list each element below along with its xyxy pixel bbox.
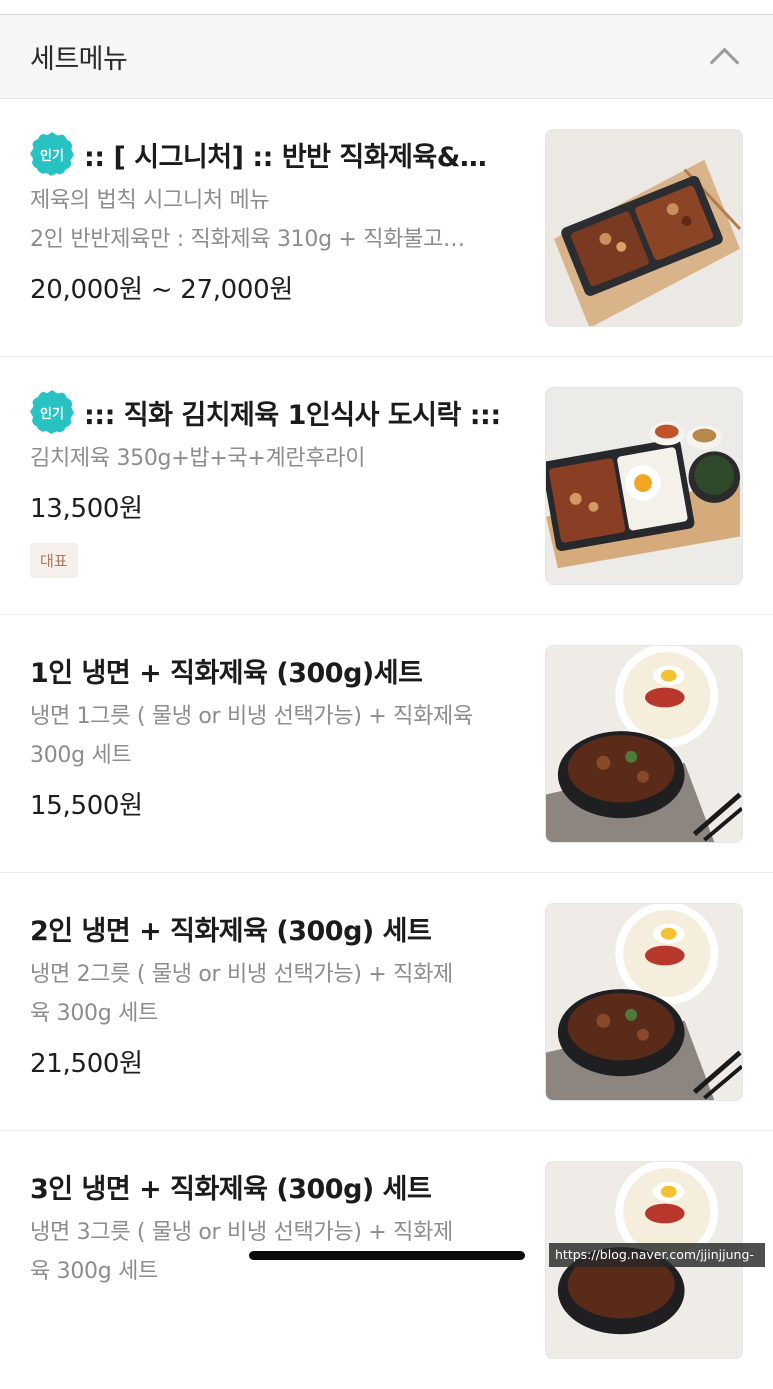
top-divider [0,0,773,15]
popular-badge: 인기 [30,390,74,434]
description-line: 냉면 3그릇 ( 물냉 or 비냉 선택가능) + 직화제 [30,1220,453,1245]
menu-item-description: 김치제육 350g+밥+국+계란후라이 [30,439,520,478]
menu-item-name: 1인 냉면 + 직화제육 (300g)세트 [30,657,423,689]
section-title: 세트메뉴 [30,44,128,75]
menu-item[interactable]: 인기 ::: 직화 김치제육 1인식사 도시락 ::: 김치제육 350g+밥+… [0,357,773,615]
set-menu-section-header[interactable]: 세트메뉴 [0,15,773,99]
pork-box-image [546,130,742,326]
menu-item-name: 2인 냉면 + 직화제육 (300g) 세트 [30,915,432,947]
menu-item-price: 15,500원 [30,791,143,821]
popular-badge: 인기 [30,132,74,176]
menu-item-photo[interactable] [545,387,743,585]
chevron-up-icon[interactable] [709,47,740,78]
menu-item-price: 20,000원 ~ 27,000원 [30,275,294,305]
description-line: 김치제육 350g+밥+국+계란후라이 [30,446,366,471]
menu-item-price: 21,500원 [30,1049,143,1079]
menu-item-description: 제육의 법칙 시그니처 메뉴 2인 반반제육만 : 직화제육 310g + 직화… [30,181,520,259]
menu-item-name: ::: 직화 김치제육 1인식사 도시락 ::: [84,399,501,431]
menu-item[interactable]: 2인 냉면 + 직화제육 (300g) 세트 냉면 2그릇 ( 물냉 or 비냉… [0,873,773,1131]
menu-item-photo[interactable] [545,645,743,843]
menu-item-photo[interactable] [545,129,743,327]
description-line: 제육의 법칙 시그니처 메뉴 [30,188,270,213]
description-line: 냉면 2그릇 ( 물냉 or 비냉 선택가능) + 직화제 [30,962,453,987]
kimchi-lunchbox-image [546,388,742,584]
menu-item-description: 냉면 1그릇 ( 물냉 or 비냉 선택가능) + 직화제육 300g 세트 [30,697,520,775]
description-line: 냉면 1그릇 ( 물냉 or 비냉 선택가능) + 직화제육 [30,704,473,729]
description-line: 300g 세트 [30,743,132,768]
menu-item-photo[interactable] [545,903,743,1101]
menu-item[interactable]: 1인 냉면 + 직화제육 (300g)세트 냉면 1그릇 ( 물냉 or 비냉 … [0,615,773,873]
menu-item-description: 냉면 2그릇 ( 물냉 or 비냉 선택가능) + 직화제 육 300g 세트 [30,955,520,1033]
naengmyeon-pork-image [546,904,742,1100]
menu-item-price: 13,500원 [30,494,143,524]
menu-item-name: 3인 냉면 + 직화제육 (300g) 세트 [30,1173,432,1205]
description-line: 2인 반반제육만 : 직화제육 310g + 직화불고… [30,227,465,252]
blog-url-watermark: https://blog.naver.com/jjinjjung- [549,1243,765,1267]
description-line: 육 300g 세트 [30,1001,158,1026]
signature-tag: 대표 [30,543,78,578]
naengmyeon-pork-image [546,646,742,842]
home-indicator[interactable] [249,1251,525,1260]
menu-item-name: :: [ 시그니처] :: 반반 직화제육&… [84,141,487,173]
menu-item[interactable]: 인기 :: [ 시그니처] :: 반반 직화제육&… 제육의 법칙 시그니처 메… [0,99,773,357]
